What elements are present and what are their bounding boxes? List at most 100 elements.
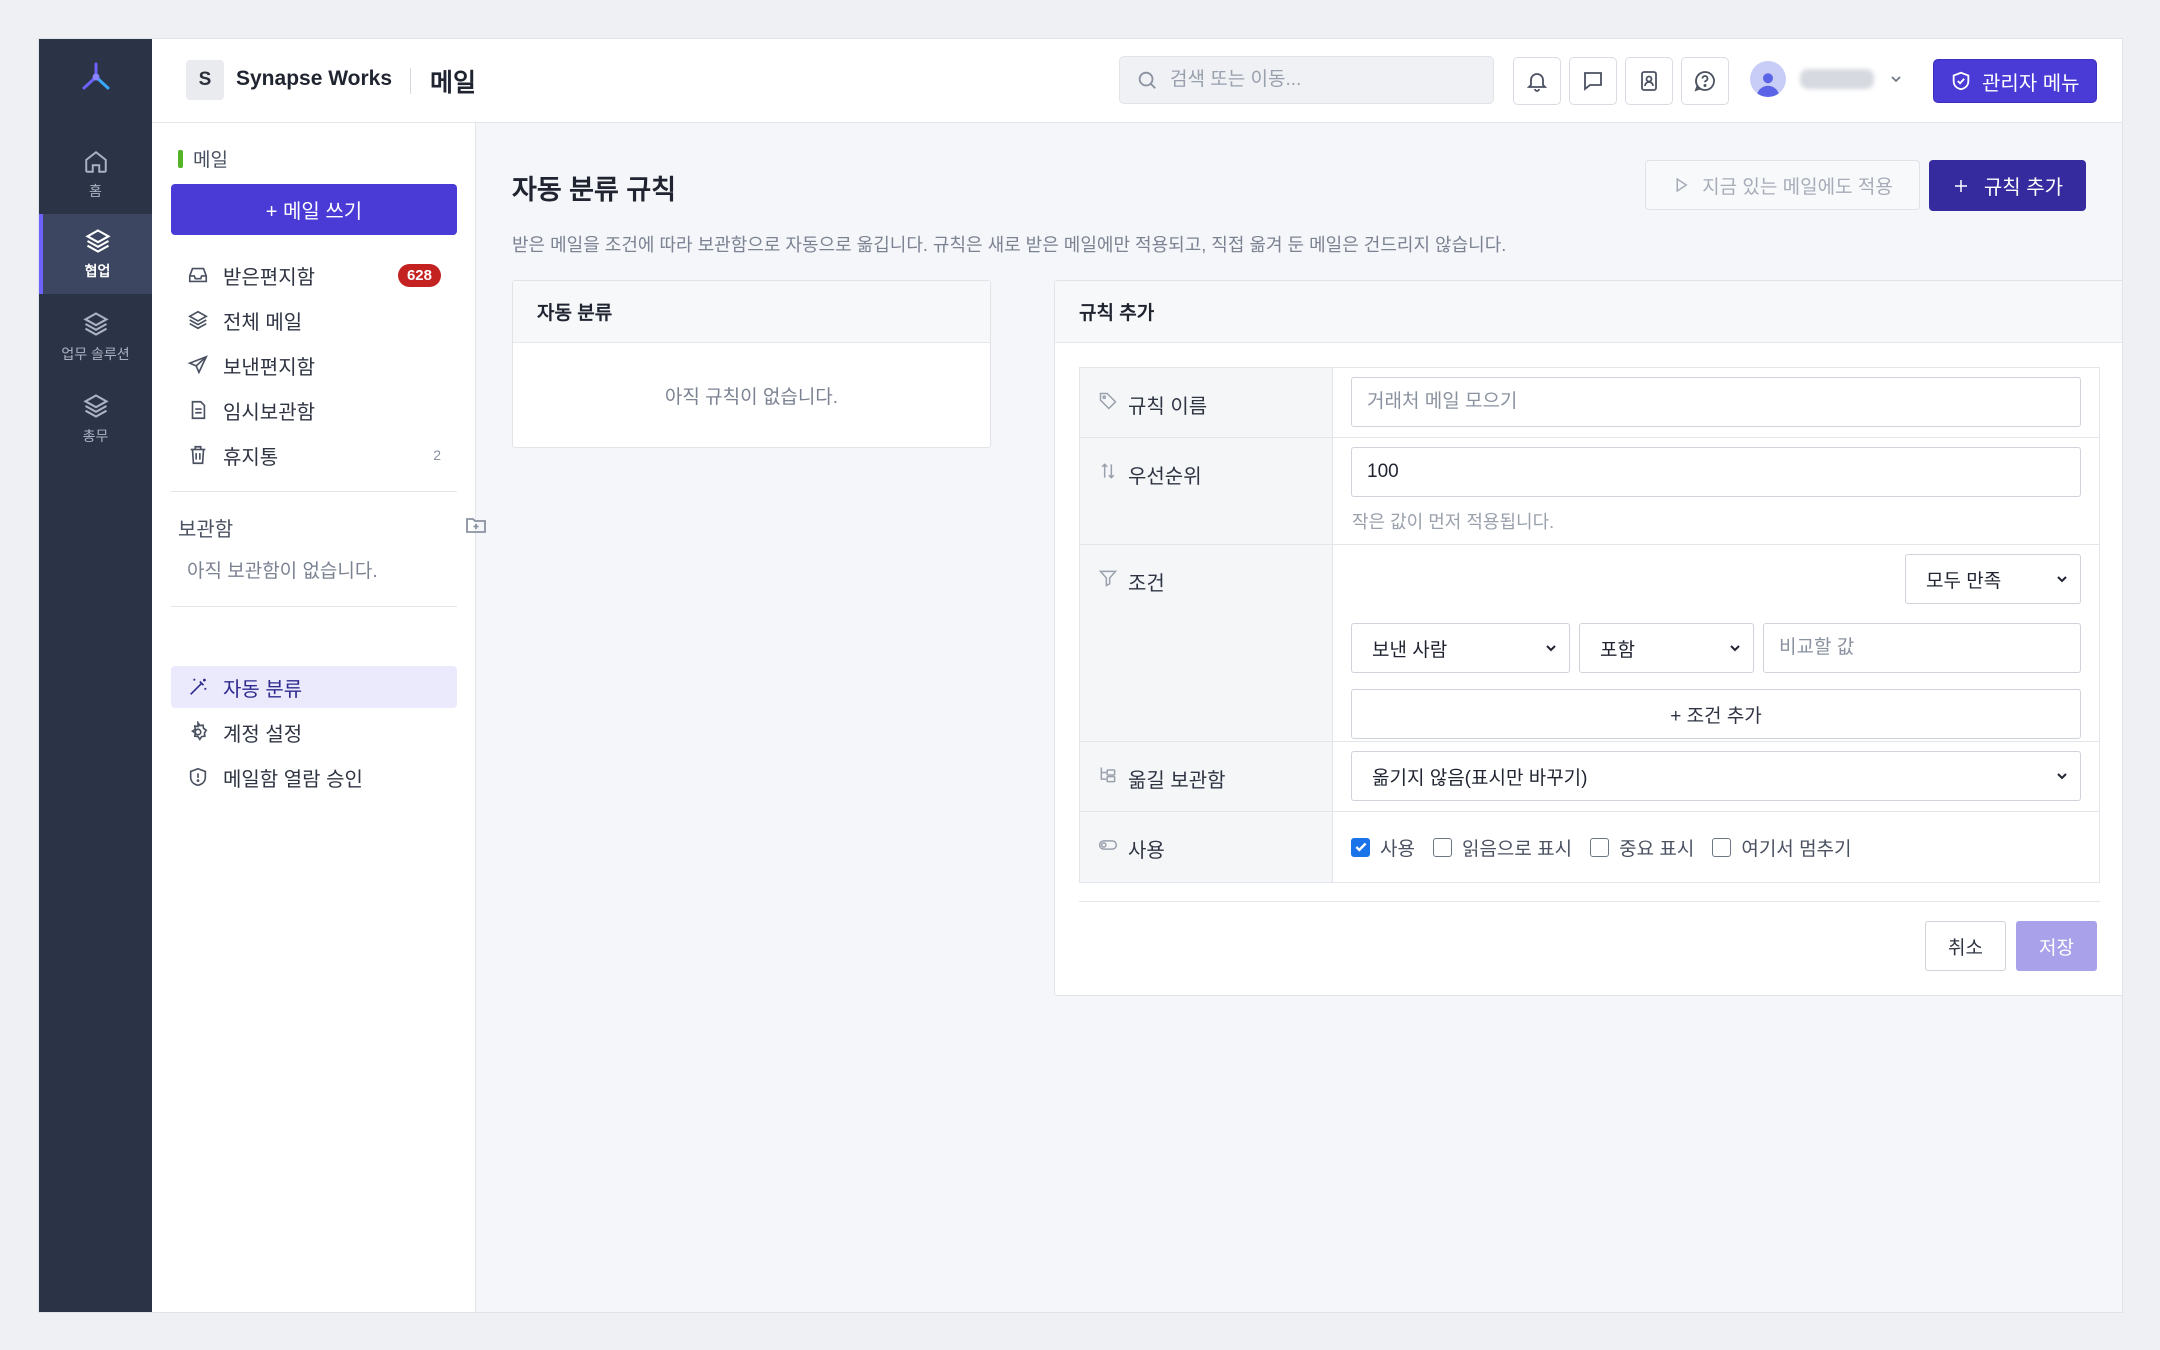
form-row-name: 규칙 이름 bbox=[1080, 368, 2099, 438]
rail-item-home[interactable]: 홈 bbox=[39, 135, 152, 215]
sidebar-item-label: 자동 분류 bbox=[223, 678, 303, 701]
messages-button[interactable] bbox=[1569, 57, 1617, 105]
sidebar-item-label: 메일함 열람 승인 bbox=[223, 768, 363, 791]
folders-title: 보관함 bbox=[178, 519, 234, 541]
sidebar-item-label: 임시보관함 bbox=[223, 401, 315, 424]
sidebar-divider bbox=[171, 606, 457, 607]
target-folder-value: 옮기지 않음(표시만 바꾸기) bbox=[1372, 767, 1588, 789]
layers-icon bbox=[84, 229, 111, 253]
add-rule-button[interactable]: 규칙 추가 bbox=[1929, 160, 2086, 211]
search-icon bbox=[1138, 71, 1156, 89]
priority-label: 우선순위 bbox=[1128, 466, 1202, 488]
app-rail: 홈 협업 업무 솔루션 총무 bbox=[39, 39, 152, 1312]
header-divider bbox=[410, 68, 411, 94]
stop-processing-checkbox[interactable]: 여기서 멈추기 bbox=[1712, 834, 1852, 861]
help-button[interactable] bbox=[1681, 57, 1729, 105]
rule-name-label: 규칙 이름 bbox=[1128, 396, 1208, 418]
rail-item-solutions[interactable]: 업무 솔루션 bbox=[39, 297, 152, 377]
help-icon bbox=[1694, 71, 1715, 92]
mail-sidebar: 메일 + 메일 쓰기 받은편지함 628 전체 메일 보낸편지함 임시보관함 휴… bbox=[152, 123, 486, 1312]
play-icon bbox=[1676, 177, 1688, 193]
condition-operator-value: 포함 bbox=[1600, 639, 1635, 661]
save-button[interactable]: 저장 bbox=[2016, 921, 2097, 971]
admin-menu-label: 관리자 메뉴 bbox=[1982, 72, 2080, 95]
add-condition-button[interactable]: + 조건 추가 bbox=[1351, 689, 2081, 739]
inbox-icon bbox=[188, 267, 208, 283]
app-window: 홈 협업 업무 솔루션 총무 S Synapse Works 메일 검색 또는 … bbox=[38, 38, 2123, 1313]
priority-input[interactable] bbox=[1351, 447, 2081, 497]
rail-item-general-affairs[interactable]: 총무 bbox=[39, 379, 152, 459]
admin-menu-button[interactable]: 관리자 메뉴 bbox=[1933, 59, 2097, 103]
checkbox-unchecked[interactable] bbox=[1712, 837, 1732, 857]
rules-list-card: 자동 분류 아직 규칙이 없습니다. bbox=[512, 280, 991, 448]
trash-count: 2 bbox=[433, 447, 441, 463]
add-rule-label: 규칙 추가 bbox=[1983, 177, 2064, 199]
chevron-down-icon bbox=[1546, 645, 1556, 652]
sort-icon bbox=[1101, 463, 1115, 479]
checkbox-unchecked[interactable] bbox=[1432, 837, 1452, 857]
page-description: 받은 메일을 조건에 따라 보관함으로 자동으로 옮깁니다. 규칙은 새로 받은… bbox=[512, 235, 1507, 255]
layers-icon bbox=[82, 312, 109, 336]
sidebar-item-all-mail[interactable]: 전체 메일 bbox=[171, 299, 457, 341]
target-folder-select[interactable]: 옮기지 않음(표시만 바꾸기) bbox=[1351, 751, 2081, 801]
cancel-button[interactable]: 취소 bbox=[1925, 921, 2006, 971]
contacts-icon bbox=[1641, 71, 1657, 91]
condition-field-select[interactable]: 보낸 사람 bbox=[1351, 623, 1570, 673]
form-value: 사용 읽음으로 표시 중요 표시 여기서 멈추기 bbox=[1333, 812, 2099, 882]
form-row-priority: 우선순위 작은 값이 먼저 적용됩니다. bbox=[1080, 438, 2099, 545]
user-menu[interactable] bbox=[1750, 61, 1904, 97]
match-mode-select[interactable]: 모두 만족 bbox=[1905, 554, 2081, 604]
checkbox-checked[interactable] bbox=[1351, 837, 1370, 857]
contacts-button[interactable] bbox=[1625, 57, 1673, 105]
folder-tree-icon bbox=[1100, 767, 1116, 783]
condition-operator-select[interactable]: 포함 bbox=[1579, 623, 1754, 673]
sidebar-item-mailbox-access-approval[interactable]: 메일함 열람 승인 bbox=[171, 756, 457, 798]
trash-icon bbox=[190, 445, 206, 465]
app-logo-icon[interactable] bbox=[39, 56, 152, 98]
document-icon bbox=[191, 400, 206, 420]
layers-icon bbox=[188, 310, 208, 330]
form-row-enable: 사용 사용 읽음으로 표시 중요 표시 여기서 멈추기 bbox=[1080, 812, 2099, 882]
org-name[interactable]: Synapse Works bbox=[236, 67, 392, 91]
mark-important-checkbox[interactable]: 중요 표시 bbox=[1590, 834, 1694, 861]
checkbox-label: 사용 bbox=[1380, 838, 1415, 860]
page-app-title: 메일 bbox=[430, 69, 477, 97]
checkbox-unchecked[interactable] bbox=[1590, 837, 1610, 857]
page-title: 자동 분류 규칙 bbox=[512, 175, 677, 205]
compose-button[interactable]: + 메일 쓰기 bbox=[171, 184, 457, 235]
enabled-checkbox[interactable]: 사용 bbox=[1351, 834, 1415, 861]
bell-icon bbox=[1526, 73, 1548, 92]
org-avatar[interactable]: S bbox=[186, 60, 224, 100]
form-card-title: 규칙 추가 bbox=[1055, 281, 2122, 343]
sidebar-item-label: 받은편지함 bbox=[223, 266, 315, 289]
global-search[interactable] bbox=[1119, 56, 1494, 104]
form-value: 작은 값이 먼저 적용됩니다. bbox=[1333, 438, 2099, 544]
form-value: 옮기지 않음(표시만 바꾸기) bbox=[1333, 742, 2099, 811]
search-input[interactable] bbox=[1170, 69, 1470, 91]
mark-read-checkbox[interactable]: 읽음으로 표시 bbox=[1432, 834, 1572, 861]
rail-item-label: 홈 bbox=[89, 183, 102, 199]
sidebar-item-label: 휴지통 bbox=[223, 446, 279, 469]
rail-item-collab[interactable]: 협업 bbox=[39, 214, 152, 294]
form-footer-divider bbox=[1079, 901, 2100, 902]
shield-alert-icon bbox=[189, 767, 207, 787]
main-content: 자동 분류 규칙 지금 있는 메일에도 적용 규칙 추가 받은 메일을 조건에 … bbox=[477, 123, 2122, 1312]
rail-item-label: 업무 솔루션 bbox=[61, 346, 130, 362]
form-label: 사용 bbox=[1080, 812, 1333, 882]
sidebar-item-trash[interactable]: 휴지통 2 bbox=[171, 434, 457, 476]
rule-name-input[interactable] bbox=[1351, 377, 2081, 427]
check-icon bbox=[1355, 842, 1366, 852]
notifications-button[interactable] bbox=[1513, 57, 1561, 105]
form-value bbox=[1333, 368, 2099, 437]
sidebar-item-auto-sort[interactable]: 자동 분류 bbox=[171, 666, 457, 708]
sidebar-item-sent[interactable]: 보낸편지함 bbox=[171, 344, 457, 386]
sidebar-item-inbox[interactable]: 받은편지함 628 bbox=[171, 254, 457, 296]
sidebar-item-account-settings[interactable]: 계정 설정 bbox=[171, 711, 457, 753]
form-label: 우선순위 bbox=[1080, 438, 1333, 544]
sidebar-item-drafts[interactable]: 임시보관함 bbox=[171, 389, 457, 431]
sidebar-item-label: 전체 메일 bbox=[223, 311, 303, 334]
condition-value-input[interactable] bbox=[1763, 623, 2081, 673]
checkbox-label: 여기서 멈추기 bbox=[1741, 838, 1852, 860]
apply-existing-button[interactable]: 지금 있는 메일에도 적용 bbox=[1645, 160, 1920, 210]
match-mode-value: 모두 만족 bbox=[1926, 570, 2002, 592]
